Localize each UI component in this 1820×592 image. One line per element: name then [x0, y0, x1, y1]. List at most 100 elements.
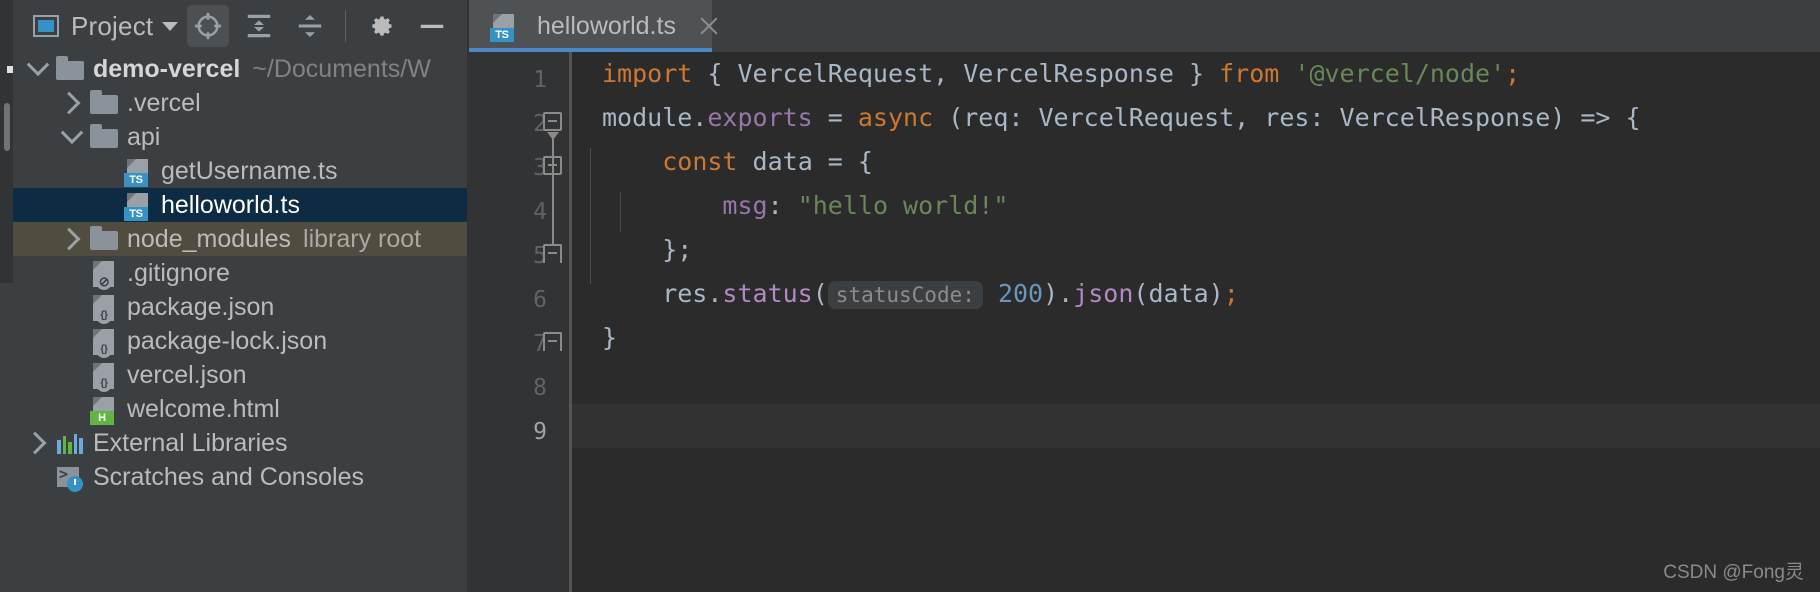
code-token: '@vercel/node'	[1294, 59, 1506, 88]
code-token: (req: VercelRequest, res: VercelResponse…	[933, 103, 1641, 132]
code-token: ;	[1505, 59, 1521, 88]
code-fold-handle[interactable]	[543, 244, 563, 266]
toolbar-divider	[345, 10, 347, 42]
locate-file-icon	[195, 12, 222, 40]
close-icon[interactable]	[698, 15, 720, 37]
tree-row[interactable]: {} vercel.json	[13, 358, 468, 392]
tree-row[interactable]: demo-vercel ~/Documents/W	[13, 52, 468, 86]
tree-row-label: api	[127, 122, 161, 151]
watermark: CSDN @Fong灵	[1663, 562, 1804, 583]
tree-row[interactable]: {} package-lock.json	[13, 324, 468, 358]
ts-badge: TS	[490, 28, 514, 42]
code-token: VercelRequest	[737, 59, 934, 88]
tree-row[interactable]: ⊘ .gitignore	[13, 256, 468, 290]
line-number: 9	[533, 419, 547, 445]
json-file-icon: {}	[89, 292, 119, 324]
code-token: ,	[933, 59, 964, 88]
json-file-icon: {}	[89, 360, 119, 392]
settings-button[interactable]	[360, 5, 402, 47]
line-number: 7	[533, 331, 547, 357]
code-token: status	[722, 279, 813, 308]
code-token: ).	[1043, 279, 1074, 308]
code-surface[interactable]: import { VercelRequest, VercelResponse }…	[572, 52, 1820, 592]
tree-row[interactable]: Hwelcome.html	[13, 392, 468, 426]
collapse-all-button[interactable]	[289, 5, 331, 47]
tree-row-label: getUsername.ts	[161, 156, 338, 185]
chevron-down-icon[interactable]	[162, 21, 179, 31]
line-number: 8	[533, 375, 547, 401]
code-token: "hello world!"	[797, 191, 1009, 220]
external-libraries-icon	[55, 428, 85, 458]
folder-icon	[89, 122, 119, 152]
stripe-scrollbar-thumb[interactable]	[4, 103, 10, 151]
editor-tab-helloworld[interactable]: TS helloworld.ts	[469, 0, 712, 52]
code-token: exports	[707, 103, 813, 132]
chevron-down-icon[interactable]	[55, 121, 89, 145]
tree-row[interactable]: node_modules library root	[13, 222, 468, 256]
expand-all-button[interactable]	[238, 5, 280, 47]
code-fold-handle[interactable]	[543, 332, 563, 354]
tree-row[interactable]: TS helloworld.ts	[13, 188, 468, 222]
code-token: VercelResponse	[963, 59, 1174, 88]
chevron-right-icon[interactable]	[55, 227, 89, 251]
project-panel-title[interactable]: Project	[71, 11, 153, 42]
tree-row[interactable]: api	[13, 120, 468, 154]
chevron-right-icon[interactable]	[21, 431, 55, 455]
editor-gutter[interactable]: 1 2 3 4 5 6 7 8 9	[469, 52, 569, 592]
project-tree[interactable]: demo-vercel ~/Documents/W .vercel api TS getU…	[13, 52, 468, 592]
tool-window-stripe-lower	[0, 283, 13, 592]
gear-icon	[372, 16, 392, 36]
code-token: (	[812, 279, 828, 308]
code-line[interactable]: }	[572, 316, 1820, 360]
html-file-icon: H	[89, 394, 119, 425]
code-token: import	[602, 59, 693, 88]
hide-panel-button[interactable]	[411, 5, 453, 47]
chevron-down-icon[interactable]	[21, 53, 55, 77]
tree-row-label: package.json	[127, 292, 275, 321]
tree-row-label: helloworld.ts	[161, 190, 300, 219]
tree-row-label: .vercel	[127, 88, 201, 117]
tree-row-label: vercel.json	[127, 360, 247, 389]
code-token: ;	[1223, 279, 1239, 308]
code-line[interactable]: msg: "hello world!"	[572, 184, 1820, 228]
project-toolbar: Project	[13, 0, 468, 52]
ide-window: Project demo-vercel ~/Documents/W .verce…	[0, 0, 1820, 592]
folder-icon	[55, 54, 85, 84]
tree-row[interactable]: Scratches and Consoles	[13, 460, 468, 494]
ts-badge: TS	[124, 207, 148, 221]
collapse-all-icon	[299, 15, 322, 37]
code-line[interactable]: res.status(statusCode: 200).json(data);	[572, 272, 1820, 316]
code-line[interactable]	[572, 404, 1820, 448]
code-line[interactable]: import { VercelRequest, VercelResponse }…	[572, 52, 1820, 96]
tree-row-label: package-lock.json	[127, 326, 328, 355]
tree-row[interactable]: TS getUsername.ts	[13, 154, 468, 188]
line-number: 4	[533, 199, 547, 225]
code-token: msg	[722, 191, 768, 220]
code-line[interactable]	[572, 360, 1820, 404]
fold-region-arrow-icon	[547, 132, 559, 140]
json-badge: {}	[96, 308, 112, 324]
typescript-file-icon: TS	[123, 156, 153, 187]
tree-row-label: welcome.html	[127, 394, 280, 423]
gitignore-file-icon: ⊘	[89, 258, 119, 290]
line-number: 5	[533, 243, 547, 269]
ignore-badge: ⊘	[96, 274, 112, 290]
code-fold-handle[interactable]	[543, 112, 563, 134]
tree-row[interactable]: {} package.json	[13, 290, 468, 324]
code-line[interactable]: module.exports = async (req: VercelReque…	[572, 96, 1820, 140]
chevron-right-icon[interactable]	[55, 91, 89, 115]
editor-area: TS helloworld.ts 1 2 3 4 5 6 7 8 9 import { Verc…	[469, 0, 1820, 592]
tree-row-secondary-text: ~/Documents/W	[252, 54, 431, 83]
project-window-icon	[33, 15, 59, 37]
code-line[interactable]: const data = {	[572, 140, 1820, 184]
tree-row[interactable]: External Libraries	[13, 426, 468, 460]
editor-tab-label: helloworld.ts	[537, 11, 676, 40]
indent-guide	[620, 192, 621, 232]
tree-row-label: External Libraries	[93, 428, 288, 457]
locate-file-button[interactable]	[187, 5, 230, 47]
code-line[interactable]: };	[572, 228, 1820, 272]
tree-row[interactable]: .vercel	[13, 86, 468, 120]
